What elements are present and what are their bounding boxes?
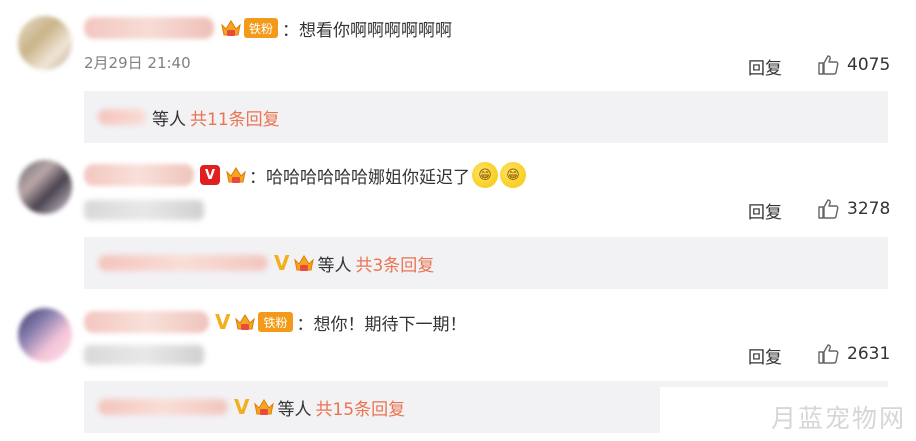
fan-badge: 铁粉 — [244, 18, 279, 38]
like-count: 4075 — [847, 55, 891, 75]
reply-deng: 等人 — [317, 255, 352, 276]
v-badge-icon: V — [234, 395, 250, 419]
like-count: 3278 — [847, 199, 891, 219]
verified-vip-icon: V — [200, 165, 220, 185]
reply-usernames-blurred — [98, 109, 146, 125]
view-replies-link[interactable]: 共3条回复 — [355, 251, 434, 276]
reply-usernames-blurred — [98, 399, 228, 415]
avatar[interactable] — [18, 16, 72, 70]
thumbs-up-icon — [818, 199, 839, 219]
crown-icon — [234, 312, 256, 332]
reply-usernames-blurred — [98, 255, 268, 271]
comment-header: V 铁粉 ：想你！期待下一期！ — [84, 308, 467, 336]
thumbs-up-icon — [818, 344, 839, 364]
comment-timestamp: 2月29日 21:40 — [84, 54, 191, 72]
like-button[interactable]: 4075 — [817, 54, 890, 76]
comment-header: V ：哈哈哈哈哈哈娜姐你延迟了 😁 😁 — [84, 161, 526, 189]
timestamp-blurred — [84, 200, 204, 220]
crown-icon — [220, 18, 242, 38]
timestamp-blurred — [84, 345, 204, 365]
crown-icon — [225, 165, 247, 185]
comment-text: ：想你！期待下一期！ — [296, 314, 467, 335]
username-blurred[interactable] — [84, 311, 209, 333]
watermark-text: 月蓝宠物网 — [770, 404, 906, 433]
v-badge-icon: V — [274, 251, 290, 275]
view-replies-link[interactable]: 共11条回复 — [190, 105, 280, 130]
crown-icon — [293, 253, 315, 273]
like-count: 2631 — [847, 344, 891, 364]
comment-text: ：想看你啊啊啊啊啊啊 — [282, 20, 453, 41]
sub-replies-box[interactable]: V 等人 共3条回复 — [84, 237, 888, 289]
crown-icon — [253, 397, 275, 417]
like-button[interactable]: 2631 — [817, 343, 890, 365]
comment-text: ：哈哈哈哈哈哈娜姐你延迟了 — [249, 167, 470, 188]
thumbs-up-icon — [818, 55, 839, 75]
like-button[interactable]: 3278 — [817, 198, 890, 220]
reply-deng: 等人 — [277, 399, 312, 420]
comment-header: 铁粉 ：想看你啊啊啊啊啊啊 — [84, 14, 452, 42]
reply-deng: 等人 — [152, 109, 186, 130]
username-blurred[interactable] — [84, 164, 194, 186]
reply-button[interactable]: 回复 — [748, 198, 782, 223]
laugh-emoji-icon: 😁 — [472, 162, 498, 188]
avatar[interactable] — [18, 308, 72, 362]
view-replies-link[interactable]: 共15条回复 — [315, 395, 405, 420]
watermark: 月蓝宠物网 — [660, 387, 916, 441]
reply-button[interactable]: 回复 — [748, 343, 782, 368]
avatar[interactable] — [18, 160, 72, 214]
laugh-emoji-icon: 😁 — [500, 162, 526, 188]
username-blurred[interactable] — [84, 17, 214, 39]
reply-button[interactable]: 回复 — [748, 54, 782, 79]
sub-replies-box[interactable]: 等人 共11条回复 — [84, 91, 888, 143]
fan-badge: 铁粉 — [258, 312, 293, 332]
v-badge-icon: V — [215, 310, 231, 334]
